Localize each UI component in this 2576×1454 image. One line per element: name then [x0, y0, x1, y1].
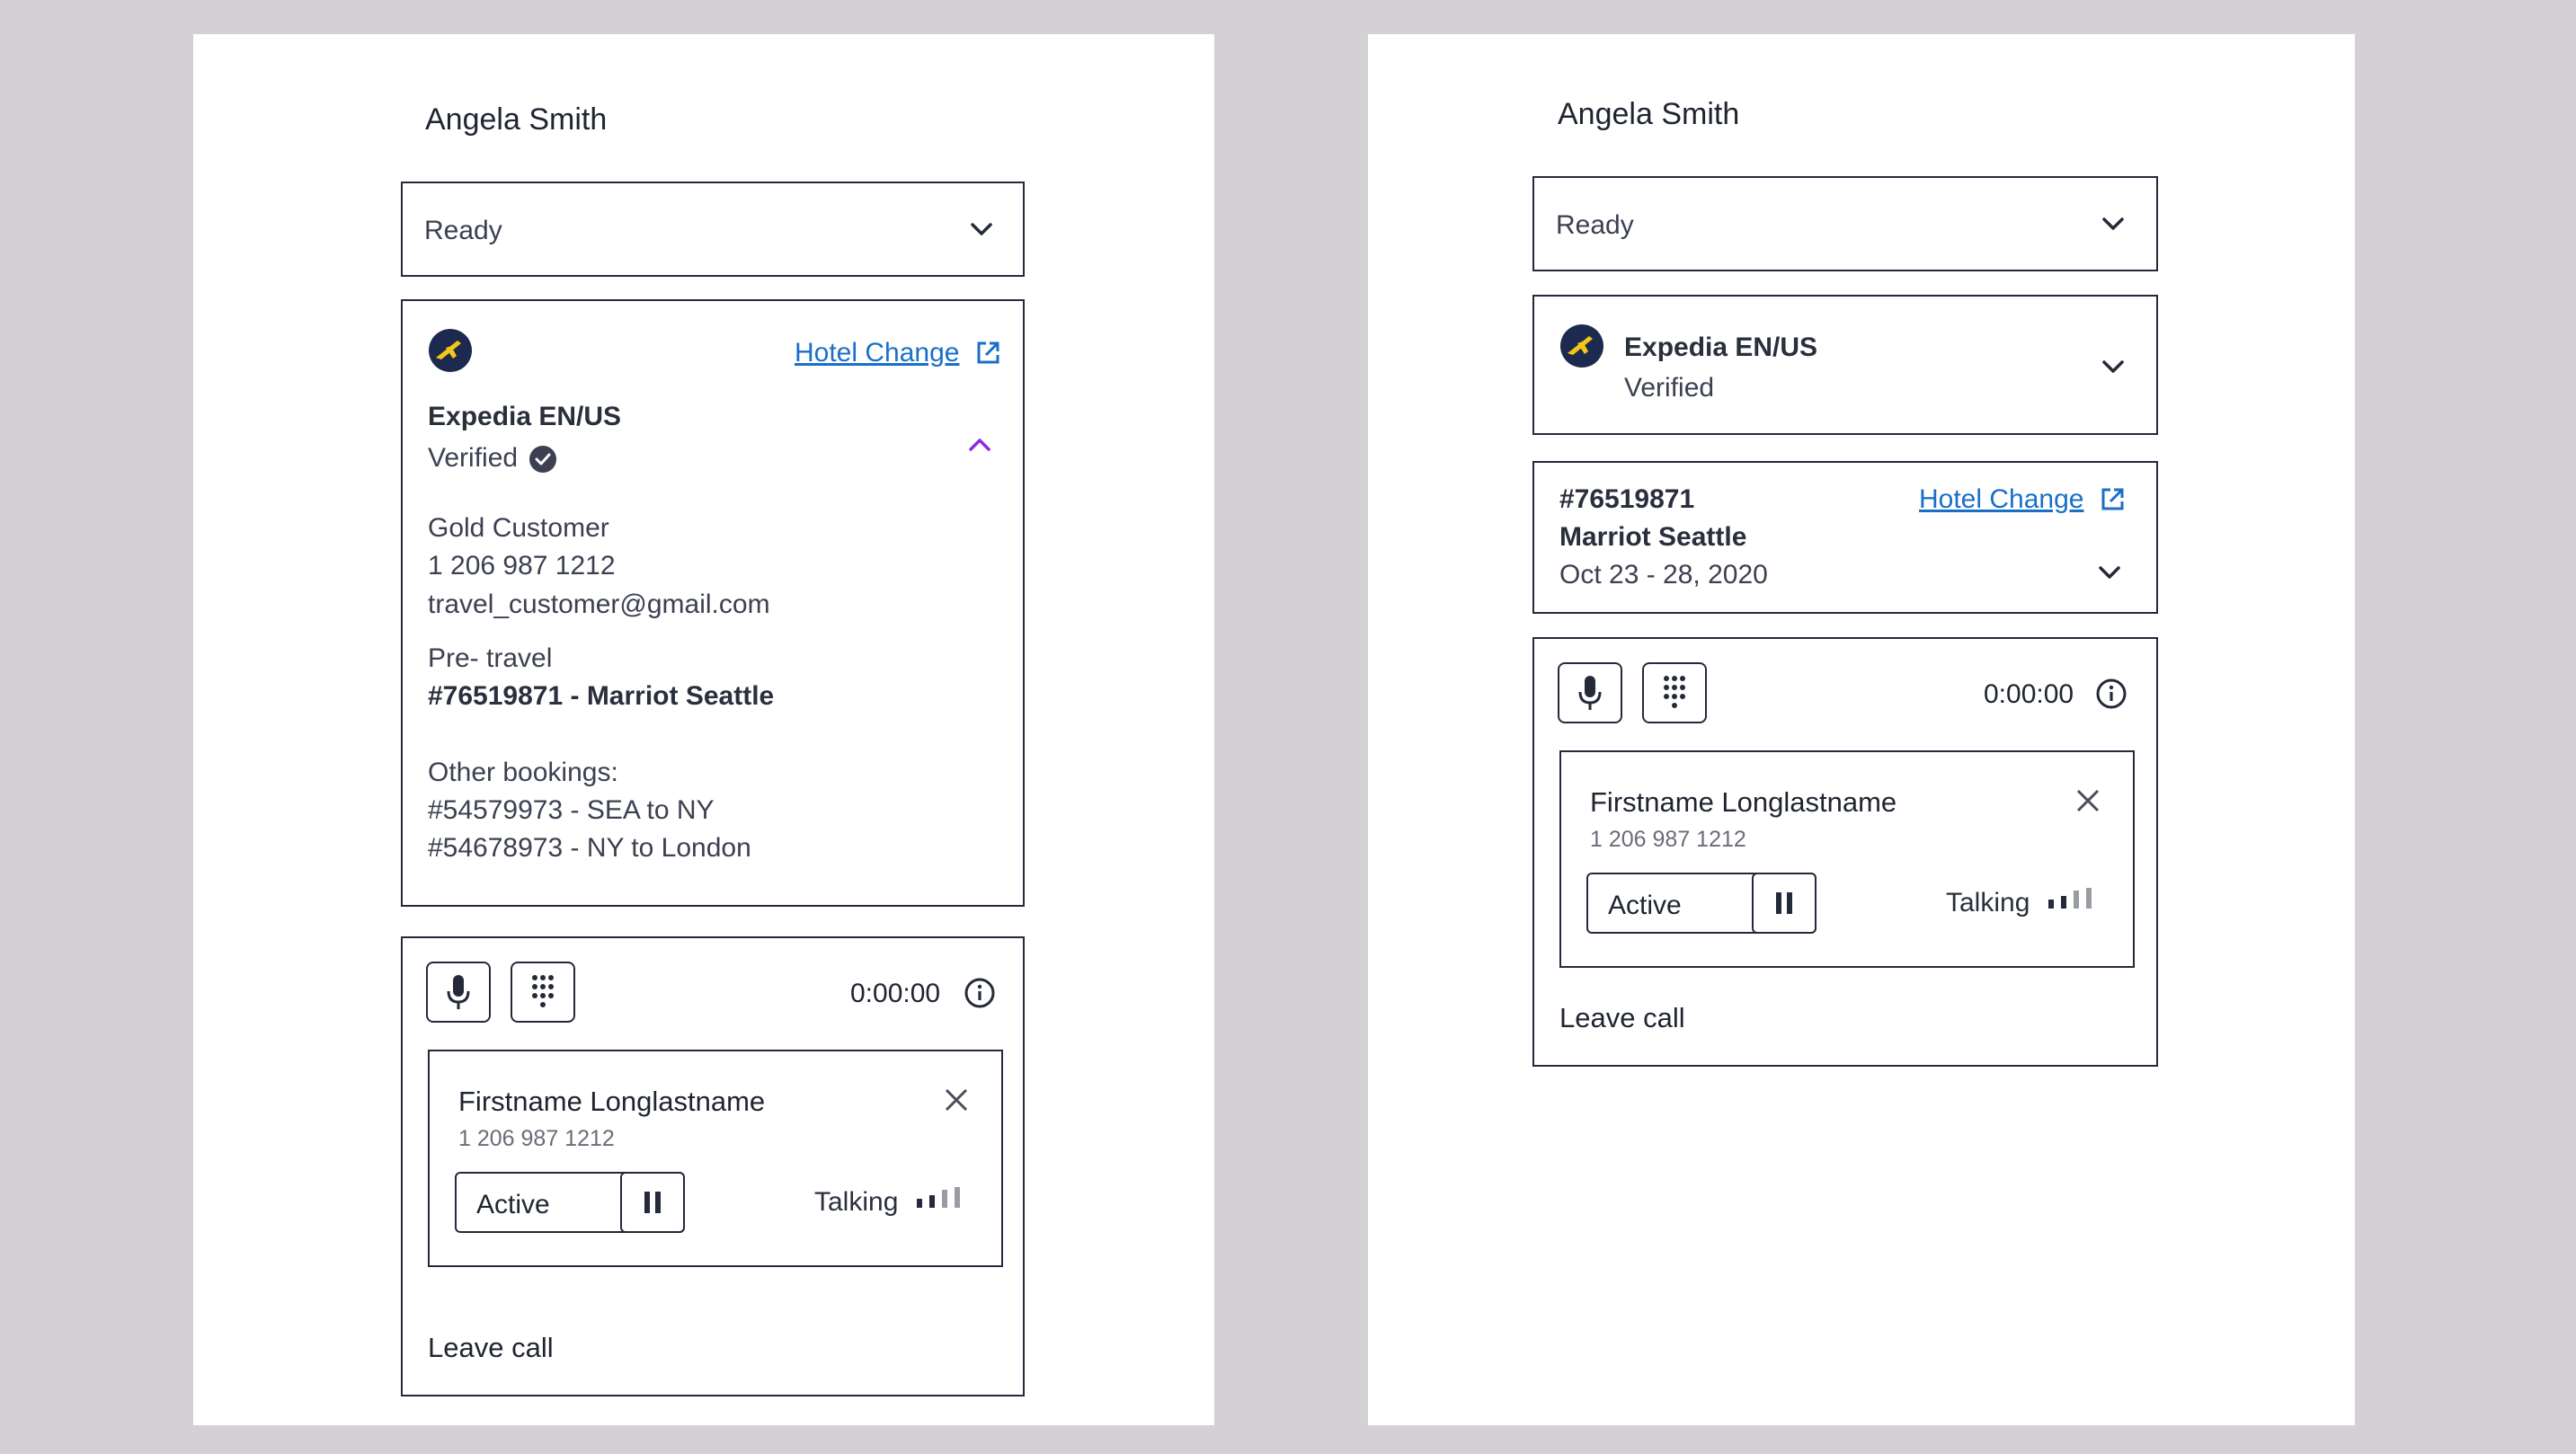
info-icon[interactable]	[964, 977, 996, 1009]
microphone-icon	[1577, 674, 1603, 712]
hold-button[interactable]	[1752, 873, 1817, 934]
call-card: 0:00:00 Firstname Longlastname 1 206 987…	[1532, 637, 2158, 1067]
other-bookings-label: Other bookings:	[428, 758, 618, 787]
participant-phone: 1 206 987 1212	[1590, 827, 1746, 852]
current-booking: #76519871 - Marriot Seattle	[428, 681, 775, 711]
info-icon[interactable]	[2095, 678, 2127, 710]
status-select[interactable]: Ready	[401, 182, 1025, 277]
expedia-logo-icon	[428, 328, 473, 373]
pause-icon	[1774, 891, 1794, 915]
verified-label: Verified	[1624, 373, 1715, 403]
external-link-icon[interactable]	[2099, 486, 2126, 513]
chevron-down-icon[interactable]	[2101, 358, 2126, 376]
verified-label: Verified	[428, 443, 519, 473]
other-booking-item: #54678973 - NY to London	[428, 833, 751, 863]
customer-tier: Gold Customer	[428, 513, 609, 543]
hold-button[interactable]	[620, 1172, 685, 1233]
status-select-value: Ready	[424, 216, 502, 245]
other-booking-item: #54579973 - SEA to NY	[428, 795, 715, 825]
left-panel: Angela Smith Ready Hotel Change Expedia …	[193, 34, 1214, 1425]
signal-strength-icon	[915, 1186, 965, 1210]
talking-status: Talking	[1946, 888, 2030, 918]
call-status-label: Active	[1608, 891, 1682, 920]
leave-call-button[interactable]: Leave call	[1559, 1004, 1685, 1032]
call-status-control[interactable]: Active	[1586, 873, 1817, 934]
pause-icon	[643, 1191, 662, 1214]
mute-button[interactable]	[426, 962, 491, 1023]
participant-card: Firstname Longlastname 1 206 987 1212 Ac…	[1559, 750, 2135, 968]
call-card: 0:00:00 Firstname Longlastname 1 206 987…	[401, 936, 1025, 1396]
call-status-label: Active	[476, 1190, 550, 1219]
brand-name: Expedia EN/US	[1624, 332, 1818, 362]
booking-card[interactable]: #76519871 Marriot Seattle Oct 23 - 28, 2…	[1532, 461, 2158, 614]
customer-email: travel_customer@gmail.com	[428, 590, 770, 619]
status-select-value: Ready	[1556, 210, 1634, 240]
close-icon[interactable]	[2074, 786, 2102, 815]
booking-dates: Oct 23 - 28, 2020	[1559, 560, 1768, 590]
leave-call-button[interactable]: Leave call	[428, 1334, 554, 1361]
microphone-icon	[445, 973, 472, 1011]
call-status-control[interactable]: Active	[455, 1172, 685, 1233]
dialpad-icon	[1661, 674, 1688, 712]
dialpad-icon	[529, 973, 556, 1011]
status-select[interactable]: Ready	[1532, 176, 2158, 271]
participant-phone: 1 206 987 1212	[458, 1126, 615, 1151]
call-timer: 0:00:00	[1984, 679, 2074, 709]
verified-check-icon	[529, 445, 557, 474]
agent-name: Angela Smith	[425, 102, 608, 137]
right-panel: Angela Smith Ready Expedia EN/US Verifie…	[1368, 34, 2355, 1425]
hotel-change-link[interactable]: Hotel Change	[1919, 486, 2083, 513]
participant-name: Firstname Longlastname	[458, 1086, 766, 1117]
talking-status: Talking	[814, 1187, 899, 1217]
signal-strength-icon	[2047, 887, 2097, 910]
customer-card[interactable]: Expedia EN/US Verified	[1532, 295, 2158, 435]
participant-name: Firstname Longlastname	[1590, 786, 1897, 818]
travel-stage: Pre- travel	[428, 643, 553, 673]
dialpad-button[interactable]	[1642, 662, 1707, 723]
customer-card: Hotel Change Expedia EN/US Verified Gold…	[401, 299, 1025, 907]
close-icon[interactable]	[942, 1086, 971, 1114]
agent-name: Angela Smith	[1558, 97, 1740, 131]
external-link-icon[interactable]	[974, 340, 1001, 367]
dialpad-button[interactable]	[511, 962, 575, 1023]
hotel-change-link[interactable]: Hotel Change	[795, 340, 959, 367]
expedia-logo-icon	[1559, 324, 1604, 368]
chevron-down-icon	[969, 220, 994, 238]
chevron-down-icon[interactable]	[2097, 563, 2122, 581]
call-timer: 0:00:00	[850, 979, 941, 1008]
mute-button[interactable]	[1558, 662, 1622, 723]
chevron-down-icon	[2101, 215, 2126, 233]
hotel-name: Marriot Seattle	[1559, 522, 1747, 552]
chevron-up-icon[interactable]	[967, 436, 992, 454]
customer-phone: 1 206 987 1212	[428, 551, 616, 581]
participant-card: Firstname Longlastname 1 206 987 1212 Ac…	[428, 1050, 1003, 1267]
booking-number: #76519871	[1559, 484, 1695, 514]
brand-name: Expedia EN/US	[428, 402, 622, 431]
